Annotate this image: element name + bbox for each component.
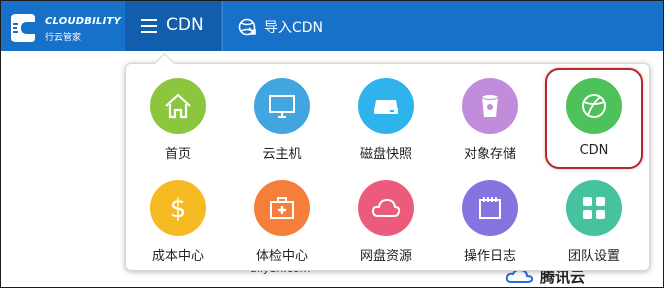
logo-brand-text: CLOUDBILITY — [45, 16, 121, 27]
menu-item-object-storage[interactable]: 对象存储 — [438, 68, 542, 164]
menu-item-cloud-host[interactable]: 云主机 — [230, 68, 334, 164]
dollar-icon: $ — [150, 180, 206, 236]
menu-item-team-settings[interactable]: 团队设置 — [542, 170, 646, 266]
menu-item-label: 操作日志 — [463, 249, 516, 264]
import-cdn-label: 导入CDN — [264, 20, 324, 36]
medkit-icon — [254, 180, 310, 236]
menu-item-netdisk[interactable]: 网盘资源 — [334, 170, 438, 266]
logo-mark-icon — [11, 14, 35, 42]
bucket-icon — [462, 78, 518, 134]
menu-item-label: 对象存储 — [463, 147, 516, 162]
current-module-label: CDN — [166, 15, 204, 35]
module-menu-dropdown: 首页 云主机 磁盘快照 对象存储 CDN $ 成本中心 体检中心 网盘资源 操作… — [125, 52, 650, 271]
menu-item-label: 磁盘快照 — [359, 147, 412, 162]
notebook-icon — [462, 180, 518, 236]
header-divider — [222, 1, 223, 51]
monitor-icon — [254, 78, 310, 134]
cloudbility-logo[interactable]: CLOUDBILITY 行云管家 — [7, 12, 121, 44]
hamburger-icon — [141, 19, 157, 33]
menu-item-cost-center[interactable]: $ 成本中心 — [126, 170, 230, 266]
menu-item-home[interactable]: 首页 — [126, 68, 230, 164]
menu-item-operation-log[interactable]: 操作日志 — [438, 170, 542, 266]
menu-item-label: 体检中心 — [255, 249, 308, 264]
grid-icon — [566, 180, 622, 236]
top-navigation-bar: CLOUDBILITY 行云管家 CDN 导入CDN — [1, 1, 663, 51]
selected-item-highlight — [545, 68, 643, 169]
cloud-icon — [358, 180, 414, 236]
menu-item-disk-snapshot[interactable]: 磁盘快照 — [334, 68, 438, 164]
menu-item-label: 团队设置 — [567, 249, 620, 264]
logo-sub-text: 行云管家 — [45, 33, 82, 43]
home-icon — [150, 78, 206, 134]
menu-item-label: 成本中心 — [151, 249, 204, 264]
menu-item-label: 网盘资源 — [359, 249, 412, 264]
main-menu-toggle[interactable]: CDN — [125, 1, 221, 51]
menu-item-health-check[interactable]: 体检中心 — [230, 170, 334, 266]
disk-icon — [358, 78, 414, 134]
globe-import-icon — [238, 18, 256, 36]
svg-text:$: $ — [170, 194, 187, 224]
menu-item-label: 首页 — [164, 147, 191, 162]
menu-item-label: 云主机 — [262, 147, 302, 162]
